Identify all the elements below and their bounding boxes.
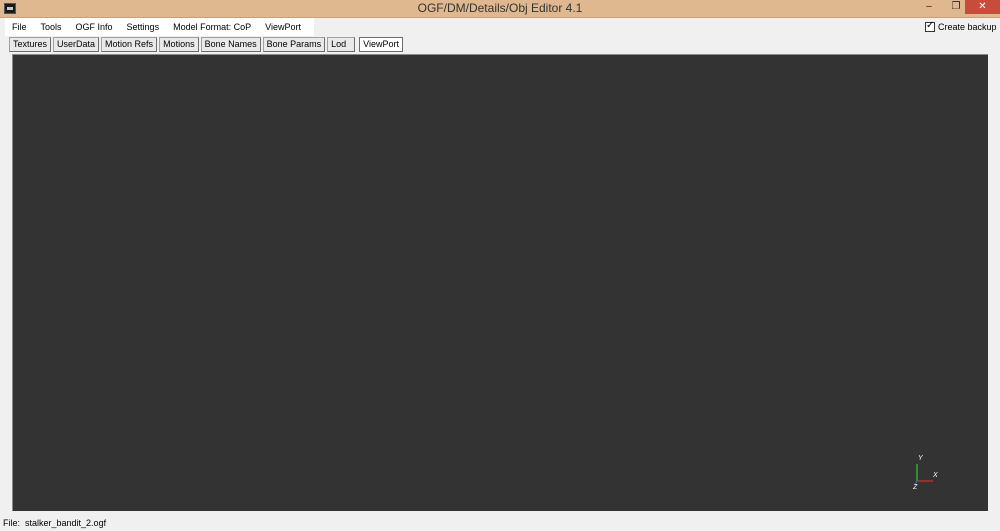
tab-textures[interactable]: Textures [9, 37, 52, 52]
menu-bar: File Tools OGF Info Settings Model Forma… [0, 18, 1000, 36]
tab-motions[interactable]: Motions [159, 37, 199, 52]
status-file-label: File: [3, 518, 21, 528]
y-axis-label: Y [918, 455, 924, 462]
axis-gizmo: Y X Z [913, 455, 938, 489]
create-backup-label: Create backup [938, 22, 997, 32]
close-button[interactable]: ✕ [965, 0, 1000, 14]
status-file-name: stalker_bandit_2.ogf [25, 518, 107, 528]
tab-lod[interactable]: Lod [327, 37, 356, 52]
menu-tools[interactable]: Tools [34, 18, 69, 36]
menu-items: File Tools OGF Info Settings Model Forma… [5, 18, 314, 36]
title-bar: OGF/DM/Details/Obj Editor 4.1 – ❐ ✕ [0, 0, 1000, 18]
tab-bone-names[interactable]: Bone Names [200, 37, 261, 52]
3d-viewport[interactable]: Y X Z [12, 54, 988, 511]
tab-viewport[interactable]: ViewPort [359, 37, 403, 52]
tab-motion-refs[interactable]: Motion Refs [101, 37, 158, 52]
window-title: OGF/DM/Details/Obj Editor 4.1 [417, 1, 583, 15]
menu-model-format[interactable]: Model Format: CoP [166, 18, 258, 36]
tab-bone-params[interactable]: Bone Params [262, 37, 326, 52]
create-backup-option[interactable]: Create backup [925, 20, 997, 32]
menu-file[interactable]: File [5, 18, 34, 36]
menu-ogf-info[interactable]: OGF Info [69, 18, 120, 36]
z-axis-label: Z [913, 484, 918, 489]
menu-viewport[interactable]: ViewPort [258, 18, 308, 36]
minimize-button[interactable]: – [916, 0, 942, 14]
create-backup-checkbox[interactable] [925, 20, 935, 32]
status-bar: File: stalker_bandit_2.ogf [0, 515, 1000, 531]
tab-userdata[interactable]: UserData [53, 37, 100, 52]
x-axis-label: X [932, 472, 938, 479]
menu-settings[interactable]: Settings [120, 18, 167, 36]
tab-row: Textures UserData Motion Refs Motions Bo… [9, 37, 405, 52]
